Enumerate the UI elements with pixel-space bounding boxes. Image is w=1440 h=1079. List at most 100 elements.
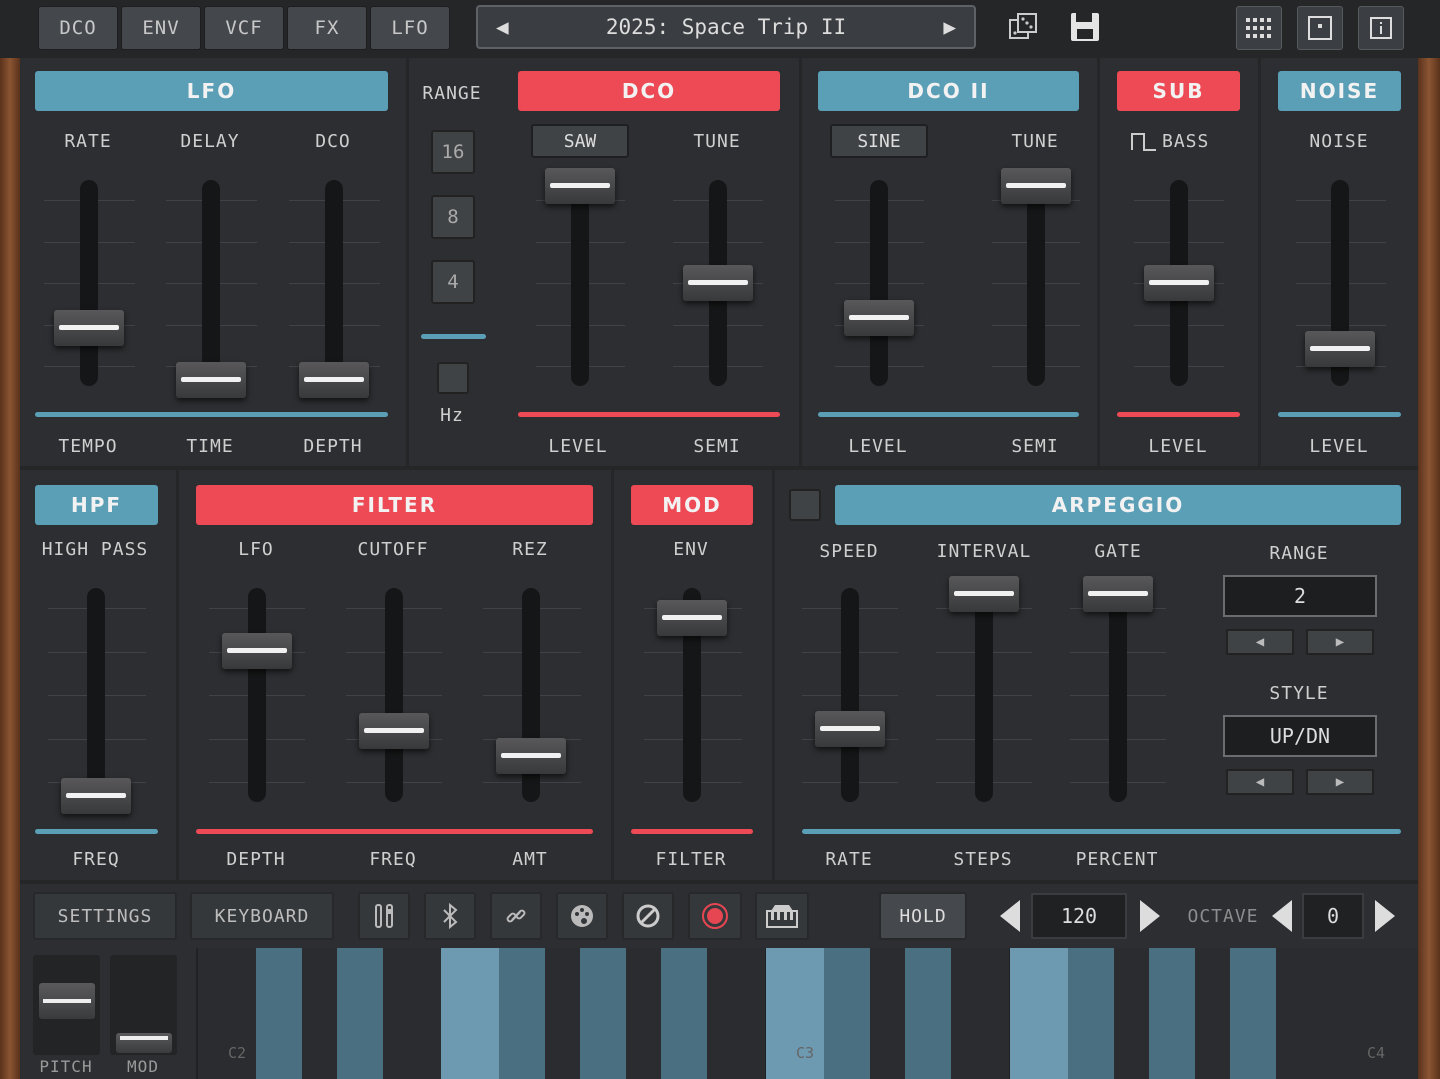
dco-tune-slider-track[interactable] bbox=[683, 180, 753, 386]
piano-key[interactable] bbox=[383, 948, 441, 1079]
lfo-delay-slider-track[interactable] bbox=[176, 180, 246, 398]
hpf-freq-slider-handle[interactable] bbox=[61, 778, 131, 814]
arp-speed-slider-track[interactable] bbox=[815, 588, 885, 802]
lfo-rate-slider-handle[interactable] bbox=[54, 309, 124, 346]
arp-style-prev-button[interactable]: ◀ bbox=[1226, 769, 1294, 795]
keyboard-button[interactable]: KEYBOARD bbox=[190, 892, 334, 940]
piano-key[interactable] bbox=[661, 948, 707, 1079]
dco2-level-slider-track[interactable] bbox=[844, 180, 914, 386]
arp-interval-slider-track[interactable] bbox=[949, 576, 1019, 802]
range-4-button[interactable]: 4 bbox=[431, 260, 475, 304]
piano-key[interactable] bbox=[499, 948, 545, 1079]
arp-speed-slider-handle[interactable] bbox=[815, 711, 885, 748]
tab-vcf[interactable]: VCF bbox=[204, 6, 284, 50]
octave-down-icon[interactable] bbox=[1270, 898, 1294, 934]
preset-prev-button[interactable]: ◀ bbox=[496, 15, 509, 39]
hpf-freq-slider-track[interactable] bbox=[61, 588, 131, 814]
sub-level-slider-track[interactable] bbox=[1144, 180, 1214, 386]
piano-key[interactable] bbox=[1230, 948, 1276, 1079]
tempo-up-icon[interactable] bbox=[1138, 898, 1162, 934]
piano-key[interactable] bbox=[707, 948, 765, 1079]
dice-icon[interactable] bbox=[1008, 12, 1038, 42]
piano-key[interactable] bbox=[1114, 948, 1149, 1079]
piano-key[interactable] bbox=[198, 948, 256, 1079]
filter-cutoff-slider-track[interactable] bbox=[359, 588, 429, 802]
lfo-depth-slider-track[interactable] bbox=[299, 180, 369, 398]
dco2-tune-slider-handle[interactable] bbox=[1001, 168, 1071, 204]
arp-enable-toggle[interactable] bbox=[789, 489, 821, 521]
noise-level-slider-track[interactable] bbox=[1305, 180, 1375, 386]
pitch-wheel[interactable] bbox=[33, 955, 100, 1055]
dco2-wave-button[interactable]: SINE bbox=[830, 124, 928, 158]
piano-icon[interactable] bbox=[755, 892, 809, 940]
filter-rez-slider-handle[interactable] bbox=[496, 737, 566, 774]
arp-gate-slider-handle[interactable] bbox=[1083, 576, 1153, 612]
tab-fx[interactable]: FX bbox=[287, 6, 367, 50]
panic-stop-icon[interactable] bbox=[622, 892, 674, 940]
pitch-wheel-thumb[interactable] bbox=[39, 983, 95, 1019]
dco2-level-slider-handle[interactable] bbox=[844, 299, 914, 336]
piano-key[interactable] bbox=[1010, 948, 1068, 1079]
octave-display[interactable]: 0 bbox=[1302, 893, 1364, 939]
hold-button[interactable]: HOLD bbox=[879, 892, 967, 940]
piano-key[interactable] bbox=[905, 948, 951, 1079]
piano-key[interactable] bbox=[1195, 948, 1230, 1079]
mod-wheel[interactable] bbox=[110, 955, 177, 1055]
sliders-icon[interactable] bbox=[358, 892, 410, 940]
piano-key[interactable] bbox=[626, 948, 661, 1079]
piano-key[interactable] bbox=[580, 948, 626, 1079]
mod-wheel-thumb[interactable] bbox=[116, 1033, 172, 1053]
dco-level-slider-track[interactable] bbox=[545, 168, 615, 386]
piano-key[interactable] bbox=[1068, 948, 1114, 1079]
arp-gate-slider-track[interactable] bbox=[1083, 576, 1153, 802]
octave-up-icon[interactable] bbox=[1373, 898, 1397, 934]
piano-key[interactable] bbox=[870, 948, 905, 1079]
range-8-button[interactable]: 8 bbox=[431, 195, 475, 239]
piano-key[interactable] bbox=[766, 948, 824, 1079]
filter-lfo-slider-handle[interactable] bbox=[222, 632, 292, 669]
piano-key[interactable] bbox=[1149, 948, 1195, 1079]
tab-dco[interactable]: DCO bbox=[38, 6, 118, 50]
arp-range-prev-button[interactable]: ◀ bbox=[1226, 629, 1294, 655]
arp-interval-slider-handle[interactable] bbox=[949, 576, 1019, 612]
tab-env[interactable]: ENV bbox=[121, 6, 201, 50]
tab-lfo[interactable]: LFO bbox=[370, 6, 450, 50]
noise-level-slider-handle[interactable] bbox=[1305, 330, 1375, 367]
arp-style-next-button[interactable]: ▶ bbox=[1306, 769, 1374, 795]
settings-button[interactable]: SETTINGS bbox=[33, 892, 177, 940]
lfo-rate-slider-track[interactable] bbox=[54, 180, 124, 386]
filter-lfo-slider-track[interactable] bbox=[222, 588, 292, 802]
piano-key[interactable] bbox=[1276, 948, 1334, 1079]
range-16-button[interactable]: 16 bbox=[431, 130, 475, 174]
save-icon[interactable] bbox=[1068, 10, 1102, 44]
dco-tune-slider-handle[interactable] bbox=[683, 265, 753, 301]
piano-key[interactable] bbox=[256, 948, 302, 1079]
piano-key[interactable] bbox=[545, 948, 580, 1079]
piano-key[interactable] bbox=[951, 948, 1009, 1079]
dco-wave-button[interactable]: SAW bbox=[531, 124, 629, 158]
record-icon[interactable] bbox=[688, 892, 742, 940]
filter-cutoff-slider-handle[interactable] bbox=[359, 713, 429, 750]
filter-rez-slider-track[interactable] bbox=[496, 588, 566, 802]
palette-icon[interactable] bbox=[556, 892, 608, 940]
arp-range-next-button[interactable]: ▶ bbox=[1306, 629, 1374, 655]
mod-env-slider-handle[interactable] bbox=[657, 600, 727, 637]
info-icon[interactable] bbox=[1358, 6, 1404, 50]
piano-key[interactable] bbox=[441, 948, 499, 1079]
tempo-display[interactable]: 120 bbox=[1031, 893, 1127, 939]
grid-icon[interactable] bbox=[1236, 6, 1282, 50]
dco-level-slider-handle[interactable] bbox=[545, 168, 615, 204]
piano-key[interactable] bbox=[337, 948, 383, 1079]
lfo-depth-slider-handle[interactable] bbox=[299, 362, 369, 398]
piano-key[interactable] bbox=[824, 948, 870, 1079]
sub-level-slider-handle[interactable] bbox=[1144, 265, 1214, 301]
piano-key[interactable] bbox=[302, 948, 337, 1079]
lfo-delay-slider-handle[interactable] bbox=[176, 362, 246, 398]
frame-icon[interactable] bbox=[1297, 6, 1343, 50]
hz-toggle[interactable] bbox=[437, 362, 469, 394]
preset-name[interactable]: 2025: Space Trip II bbox=[606, 15, 846, 39]
preset-next-button[interactable]: ▶ bbox=[943, 15, 956, 39]
link-icon[interactable] bbox=[490, 892, 542, 940]
dco2-tune-slider-track[interactable] bbox=[1001, 168, 1071, 386]
tempo-down-icon[interactable] bbox=[998, 898, 1022, 934]
